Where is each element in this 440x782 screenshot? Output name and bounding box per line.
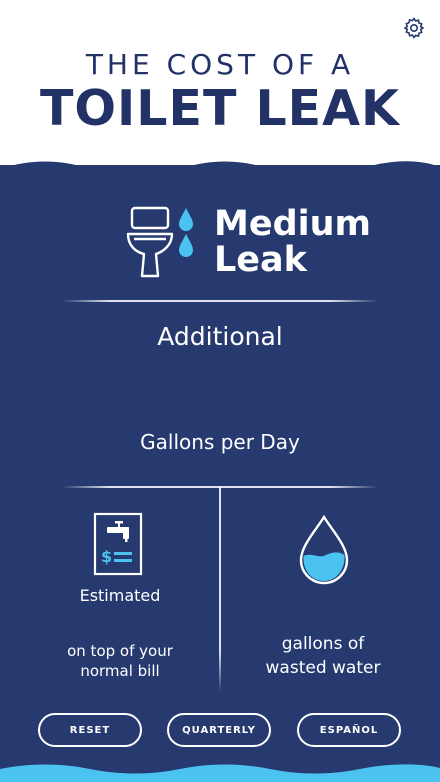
gallons-per-day-label: Gallons per Day: [140, 430, 300, 454]
wave-bottom: [0, 760, 440, 782]
water-drop-icon: [299, 514, 349, 585]
title-line-2: TOILET LEAK: [39, 80, 401, 137]
wasted-water-line-1: gallons of: [281, 634, 365, 654]
title-line-1: THE COST OF A: [85, 48, 355, 81]
leak-icon-group: [126, 206, 193, 278]
divider-top: [62, 300, 378, 302]
wasted-water-line-2: wasted water: [265, 658, 381, 678]
quarterly-button[interactable]: QUARTERLY: [167, 713, 271, 747]
leak-level-line-2: Leak: [214, 240, 307, 280]
vertical-divider: [219, 487, 221, 692]
leak-level-title: Medium Leak: [214, 206, 371, 278]
bill-note-line-2: normal bill: [80, 662, 160, 680]
wave-top: [0, 161, 440, 185]
header-area: THE COST OF A TOILET LEAK: [0, 0, 440, 175]
wasted-water-label: gallons of wasted water: [240, 632, 406, 680]
espanol-button[interactable]: ESPAÑOL: [297, 713, 401, 747]
estimated-label: Estimated: [79, 586, 161, 605]
reset-button[interactable]: RESET: [38, 713, 142, 747]
bill-note-line-1: on top of your: [67, 642, 173, 660]
bill-note: on top of your normal bill: [40, 641, 200, 681]
leak-level-line-1: Medium: [214, 204, 372, 244]
bill-faucet-icon: $: [93, 512, 143, 576]
additional-label: Additional: [157, 322, 283, 351]
toilet-icon: [126, 206, 174, 278]
gear-icon[interactable]: [402, 16, 426, 40]
svg-text:$: $: [101, 547, 112, 566]
water-drops-icon: [179, 208, 193, 257]
